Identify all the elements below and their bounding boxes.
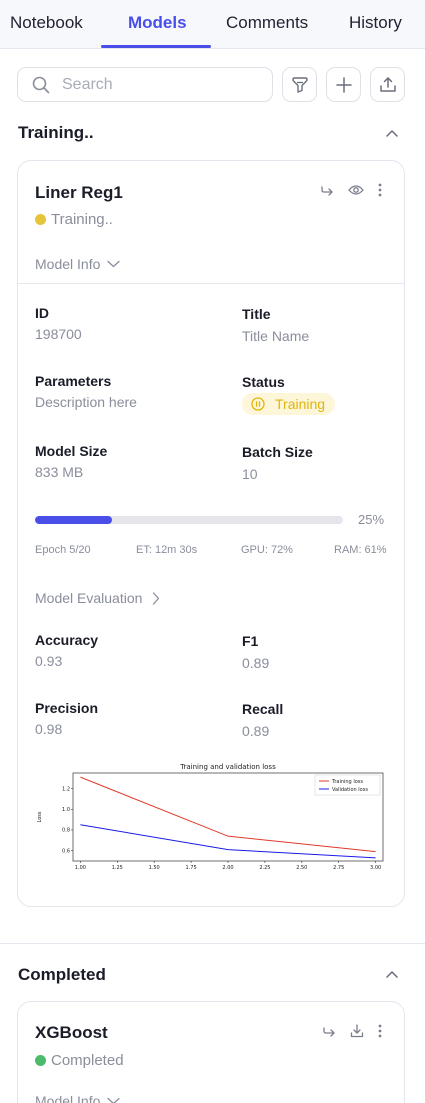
- elapsed-time-stat: ET: 12m 30s: [136, 544, 198, 556]
- status-badge-text: Training: [275, 396, 326, 412]
- redirect-icon[interactable]: [322, 1024, 336, 1038]
- progress-fill: [35, 516, 112, 524]
- legend-label: Training loss: [331, 779, 363, 785]
- y-tick-label: 0.8: [62, 828, 70, 834]
- title-value: Title Name: [242, 328, 310, 344]
- x-tick-label: 1.50: [149, 865, 160, 871]
- y-tick-label: 0.6: [62, 848, 70, 854]
- x-tick-label: 2.00: [222, 865, 233, 871]
- legend-label: Validation loss: [332, 787, 368, 793]
- plus-icon: [335, 76, 352, 93]
- chart-ylabel: Loss: [37, 811, 43, 822]
- training-section-title: Training..: [18, 123, 94, 142]
- recall-value: 0.89: [242, 723, 270, 739]
- accuracy-value: 0.93: [35, 653, 63, 669]
- tab-comments[interactable]: Comments: [226, 13, 308, 33]
- chevron-down-icon: [107, 1097, 121, 1103]
- chevron-up-icon[interactable]: [385, 128, 399, 138]
- tab-notebook[interactable]: Notebook: [10, 13, 83, 33]
- more-options-icon[interactable]: [378, 1024, 382, 1038]
- title-label: Title: [242, 306, 271, 322]
- epoch-stat: Epoch 5/20: [35, 544, 91, 556]
- active-tab-indicator: [101, 45, 211, 48]
- model-size-value: 833 MB: [35, 464, 84, 480]
- x-tick-label: 3.00: [370, 865, 381, 871]
- f1-label: F1: [242, 633, 259, 649]
- card-actions: [322, 1024, 382, 1038]
- training-status: Training..: [35, 211, 113, 228]
- x-tick-label: 1.25: [112, 865, 123, 871]
- search-box[interactable]: [17, 67, 273, 102]
- model-size-label: Model Size: [35, 443, 108, 459]
- x-tick-label: 2.50: [296, 865, 307, 871]
- model-info-label: Model Info: [35, 1093, 101, 1103]
- chevron-down-icon: [107, 260, 121, 268]
- completed-section-title: Completed: [18, 965, 106, 984]
- add-button[interactable]: [326, 67, 361, 102]
- x-tick-label: 1.00: [75, 865, 86, 871]
- id-label: ID: [35, 305, 49, 321]
- precision-value: 0.98: [35, 721, 63, 737]
- chevron-right-icon: [153, 591, 160, 605]
- upload-button[interactable]: [370, 67, 405, 102]
- recall-label: Recall: [242, 701, 284, 717]
- accuracy-label: Accuracy: [35, 632, 99, 648]
- upload-icon: [379, 76, 396, 92]
- loss-chart: Training and validation loss Loss 1.00 1.25…: [37, 763, 384, 871]
- model-info-toggle[interactable]: Model Info: [35, 256, 121, 272]
- chevron-up-icon[interactable]: [385, 969, 399, 979]
- more-options-icon[interactable]: [378, 183, 382, 197]
- status-dot: [35, 214, 46, 225]
- status-badge: Training: [242, 393, 336, 415]
- y-tick-label: 1.0: [62, 807, 70, 813]
- tab-bar: Notebook Models Comments History: [0, 0, 425, 49]
- status-label: Status: [242, 374, 285, 390]
- parameters-value: Description here: [35, 394, 137, 410]
- training-progress-bar: [35, 516, 343, 524]
- filter-icon: [291, 76, 308, 93]
- completed-status: Completed: [35, 1052, 124, 1069]
- section-separator: [0, 943, 425, 944]
- status-dot: [35, 1055, 46, 1066]
- x-tick-label: 1.75: [186, 865, 197, 871]
- filter-button[interactable]: [282, 67, 317, 102]
- progress-percent: 25%: [358, 512, 385, 527]
- model-evaluation-toggle[interactable]: Model Evaluation: [35, 590, 160, 606]
- model-info-toggle[interactable]: Model Info: [35, 1093, 121, 1103]
- y-tick-label: 1.2: [62, 786, 70, 792]
- x-tick-label: 2.75: [333, 865, 344, 871]
- search-input[interactable]: [62, 74, 262, 96]
- model-card-training: Liner Reg1 Training.. Model Info ID 1987…: [17, 160, 405, 907]
- gpu-stat: GPU: 72%: [241, 544, 293, 556]
- x-tick-label: 2.25: [259, 865, 270, 871]
- model-card-completed: XGBoost Completed Model Info: [17, 1001, 405, 1103]
- model-evaluation-label: Model Evaluation: [35, 590, 143, 606]
- pause-icon: [251, 397, 265, 411]
- id-value: 198700: [35, 326, 82, 342]
- divider: [18, 283, 404, 284]
- download-icon[interactable]: [350, 1024, 364, 1038]
- f1-value: 0.89: [242, 655, 270, 671]
- eye-icon[interactable]: [348, 184, 364, 196]
- batch-size-label: Batch Size: [242, 444, 313, 460]
- redirect-icon[interactable]: [320, 183, 334, 197]
- model-name: Liner Reg1: [35, 183, 123, 202]
- batch-size-value: 10: [242, 466, 258, 482]
- parameters-label: Parameters: [35, 373, 112, 389]
- precision-label: Precision: [35, 700, 99, 716]
- chart-title: Training and validation loss: [179, 763, 276, 771]
- status-text: Training..: [51, 211, 113, 228]
- model-name: XGBoost: [35, 1023, 108, 1042]
- search-icon: [32, 76, 50, 94]
- card-actions: [320, 183, 382, 197]
- tab-models[interactable]: Models: [128, 13, 187, 33]
- model-info-label: Model Info: [35, 256, 101, 272]
- tab-history[interactable]: History: [349, 13, 402, 33]
- ram-stat: RAM: 61%: [334, 544, 387, 556]
- status-text: Completed: [51, 1052, 124, 1069]
